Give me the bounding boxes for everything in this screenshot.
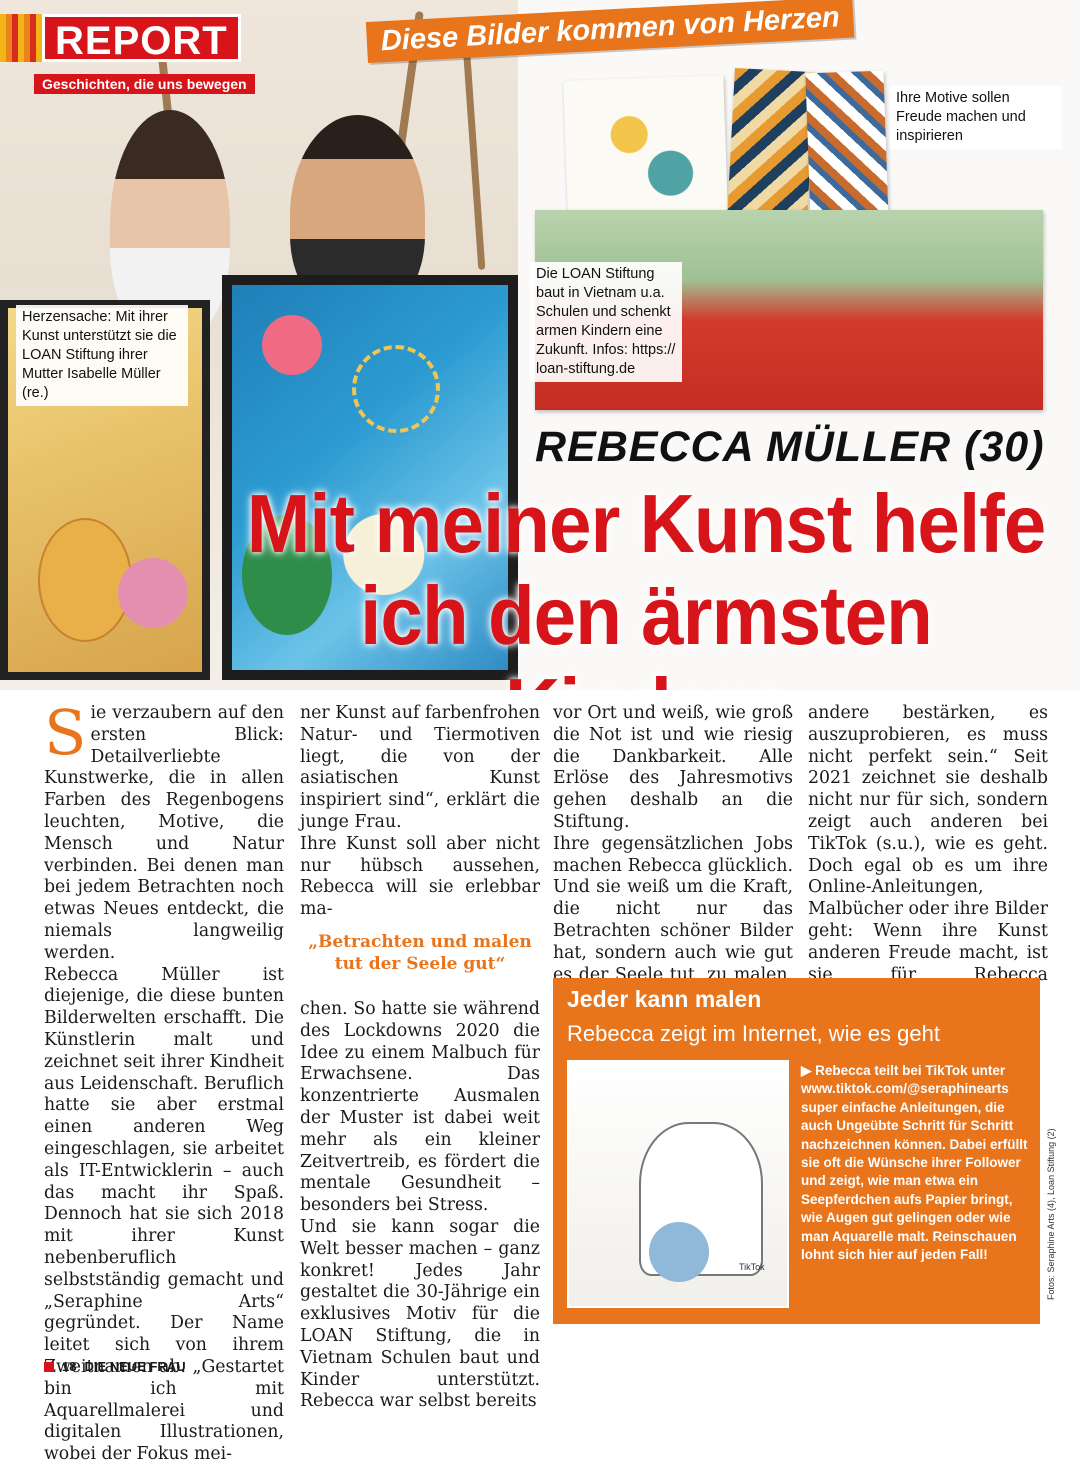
- watercolor-circle: [649, 1222, 709, 1282]
- info-box-subtitle: Rebecca zeigt im Internet, wie es geht: [567, 1021, 940, 1046]
- article-paragraph: Und sie kann sogar die Welt besser mache…: [300, 1216, 540, 1412]
- flower-motif: [118, 558, 188, 628]
- article-paragraph: Sie verzaubern auf den ersten Blick: Det…: [44, 696, 284, 963]
- info-box-title: Jeder kann malen: [567, 986, 762, 1012]
- article-column-1: Sie verzaubern auf den ersten Blick: Det…: [44, 696, 284, 1466]
- bamboo-decoration: [461, 30, 486, 270]
- headline: Mit meiner Kunst helfe ich den ärmsten K…: [232, 477, 1060, 691]
- photo-credit: Fotos: Seraphine Arts (4), Loan Stiftung…: [1046, 1128, 1056, 1300]
- article-paragraph: vor Ort und weiß, wie groß die Not ist u…: [553, 703, 793, 832]
- page-footer: 18 DIE NEUE FRAU: [44, 1359, 186, 1374]
- article-column-2: ner Kunst auf farbenfrohen Natur- und Ti…: [300, 703, 540, 1413]
- magazine-name: DIE NEUE FRAU: [84, 1359, 186, 1374]
- article-paragraph: Rebecca Müller ist diejenige, die diese …: [44, 964, 284, 1465]
- hero-photo: REPORT Geschichten, die uns bewegen Dies…: [0, 0, 1080, 690]
- section-label: REPORT: [42, 14, 241, 63]
- info-box-text: ▶ Rebecca teilt bei TikTok unter www.tik…: [801, 1063, 1028, 1263]
- tiktok-logo: TikTok: [739, 1262, 765, 1272]
- article-column-4: andere bestärken, es auszuprobieren, es …: [808, 703, 1048, 1008]
- flower-motif: [262, 315, 322, 375]
- cat-motif: [38, 518, 132, 642]
- headline-line-1: Mit meiner Kunst helfe: [246, 477, 1047, 570]
- sun-motif: [352, 345, 440, 433]
- drop-cap: S: [44, 696, 87, 769]
- page-number: 18: [62, 1359, 77, 1374]
- article-paragraph: andere bestärken, es auszuprobieren, es …: [808, 703, 1048, 1006]
- tiktok-screenshot: TikTok: [567, 1060, 789, 1308]
- caption-motive: Ihre Motive sollen Freude machen und ins…: [890, 86, 1062, 149]
- caption-herzensache: Herzensache: Mit ihrer Kunst unterstützt…: [16, 305, 188, 406]
- article-paragraph: Ihre Kunst soll aber nicht nur hübsch au…: [300, 833, 540, 920]
- stripes-decoration: [0, 14, 42, 62]
- pull-quote: „Betrachten und malen tut der Seele gut“: [308, 931, 532, 974]
- pattern-image-bookmark-1: [727, 68, 815, 222]
- section-subtitle: Geschichten, die uns bewegen: [34, 74, 255, 94]
- article-column-3: vor Ort und weiß, wie groß die Not ist u…: [553, 703, 793, 1008]
- footer-square-icon: [44, 1361, 54, 1372]
- article-paragraph: ner Kunst auf farbenfrohen Natur- und Ti…: [300, 703, 540, 832]
- headline-line-2: ich den ärmsten Kindern: [360, 569, 933, 691]
- pattern-image-bookmark-2: [805, 70, 889, 224]
- info-box: Jeder kann malen Rebecca zeigt im Intern…: [553, 978, 1040, 1324]
- article-paragraph: chen. So hatte sie während des Lockdowns…: [300, 998, 540, 1216]
- section-banner: REPORT: [0, 14, 241, 63]
- caption-loan: Die LOAN Stiftung baut in Vietnam u.a. S…: [530, 262, 682, 382]
- kicker: REBECCA MÜLLER (30): [535, 423, 1045, 471]
